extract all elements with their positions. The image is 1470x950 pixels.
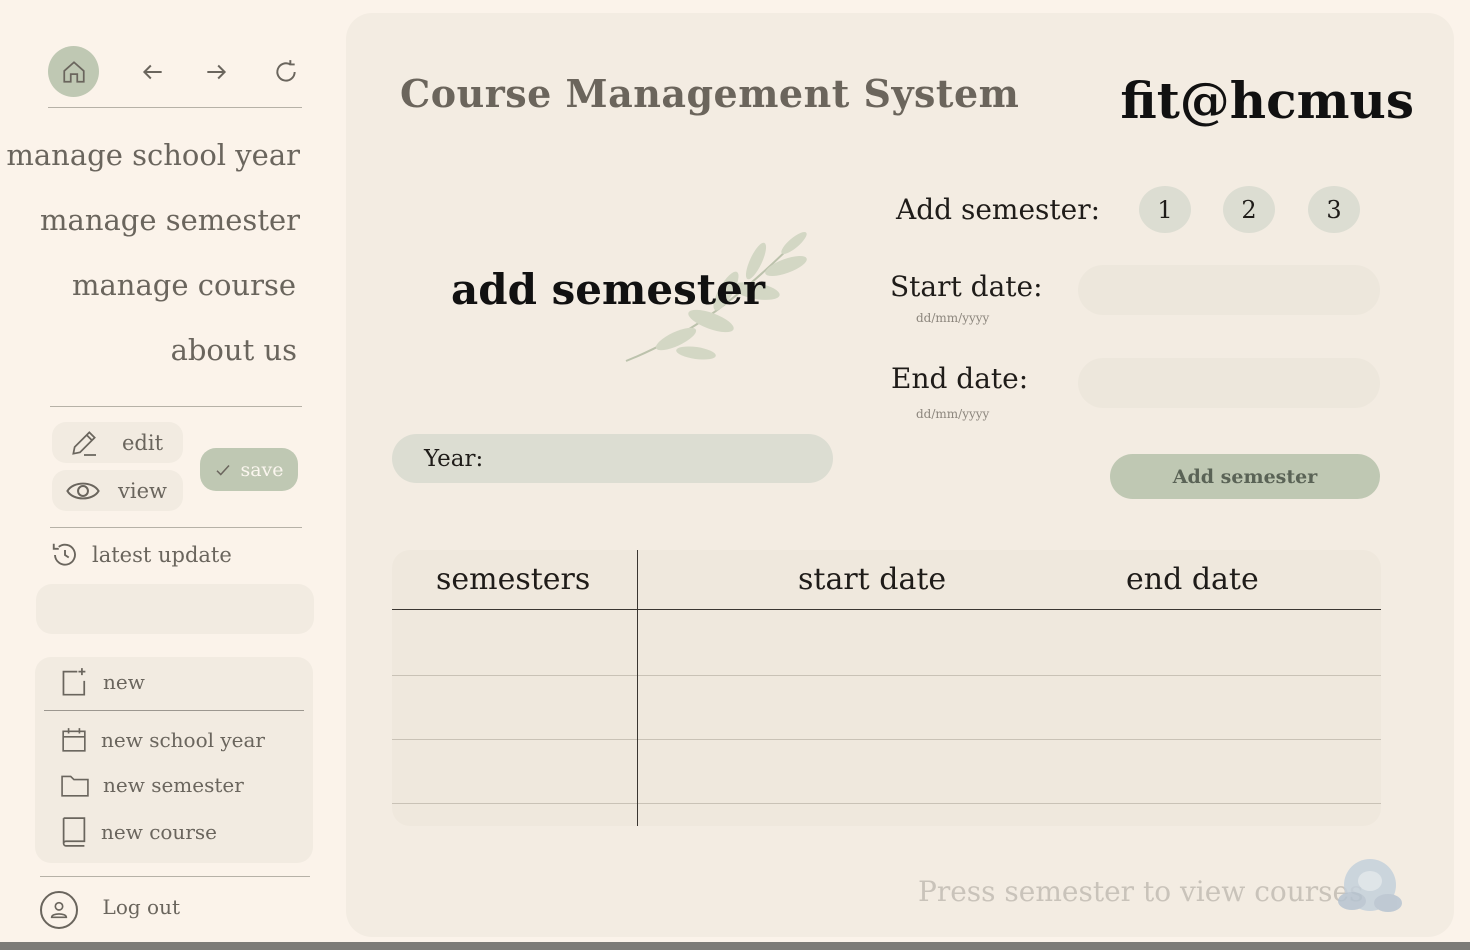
menu-manage-school-year[interactable]: manage school year [6,138,300,172]
view-label: view [118,478,167,503]
brand-logo: fit@hcmus [1120,71,1414,130]
app-title: Course Management System [400,71,1020,116]
save-button[interactable]: save [200,448,298,491]
home-icon [62,60,85,83]
refresh-button[interactable] [272,58,300,86]
view-button[interactable]: view [52,470,183,511]
column-header-end-date: end date [1126,562,1259,597]
end-date-label: End date: [891,362,1029,395]
latest-update[interactable]: latest update [50,540,232,570]
table-row[interactable] [392,610,1381,674]
pencil-icon [72,430,96,456]
arrow-right-icon [207,64,227,80]
table-row[interactable] [392,740,1381,804]
main-panel: Course Management System fit@hcmus add s… [346,13,1454,937]
column-header-semesters: semesters [436,562,591,597]
logout-button[interactable]: Log out [103,895,180,919]
year-label: Year: [424,445,484,472]
new-divider [44,710,304,711]
add-semester-label: Add semester: [896,193,1101,226]
edit-button[interactable]: edit [52,422,183,463]
latest-update-label: latest update [92,543,232,567]
browser-nav [48,46,302,108]
start-date-hint: dd/mm/yyyy [916,311,990,325]
new-course-button[interactable]: new course [61,817,217,847]
end-date-input[interactable] [1078,358,1380,408]
latest-update-box [36,584,314,634]
user-icon [50,901,68,919]
semester-1-button[interactable]: 1 [1139,186,1191,233]
book-icon [62,817,86,847]
refresh-icon [276,60,296,82]
forward-button[interactable] [202,58,230,86]
semester-3-button[interactable]: 3 [1308,186,1360,233]
actions-divider [50,527,302,528]
year-field[interactable]: Year: [392,434,833,483]
eye-icon [66,482,100,499]
end-date-hint: dd/mm/yyyy [916,407,990,421]
new-button[interactable]: new [61,667,145,697]
avatar[interactable] [40,891,78,929]
edit-label: edit [122,430,164,455]
add-semester-button-label: Add semester [1172,465,1318,488]
arrow-left-icon [142,64,162,80]
new-label: new [103,670,145,694]
menu-about-us[interactable]: about us [171,333,297,367]
menu-manage-course[interactable]: manage course [72,268,296,302]
add-semester-button[interactable]: Add semester [1110,454,1380,499]
page-heading: add semester [451,265,765,314]
logout-divider [40,876,310,877]
back-button[interactable] [139,58,167,86]
new-panel: new new school year new semester new cou… [35,657,313,863]
bottom-bar [0,942,1470,950]
footer-hint: Press semester to view courses [918,875,1364,908]
semester-2-button[interactable]: 2 [1223,186,1275,233]
menu-divider [50,406,302,407]
start-date-input[interactable] [1078,265,1380,315]
semester-table: semesters start date end date [392,550,1381,826]
folder-icon [61,775,89,797]
new-file-icon [62,668,86,696]
new-school-year-label: new school year [101,728,265,752]
menu-manage-semester[interactable]: manage semester [40,203,300,237]
sidebar: manage school year manage semester manag… [0,0,340,942]
rose-decoration [1338,859,1402,912]
table-row[interactable] [392,676,1381,740]
new-course-label: new course [101,820,217,844]
new-semester-button[interactable]: new semester [61,772,244,798]
check-icon [216,464,231,476]
history-icon [52,543,76,566]
row-divider [392,803,1381,804]
home-button[interactable] [48,46,99,97]
start-date-label: Start date: [890,270,1043,303]
new-semester-label: new semester [103,773,244,797]
save-label: save [240,458,284,481]
column-header-start-date: start date [798,562,947,597]
calendar-icon [62,728,86,752]
column-divider [637,550,638,826]
new-school-year-button[interactable]: new school year [61,727,265,753]
